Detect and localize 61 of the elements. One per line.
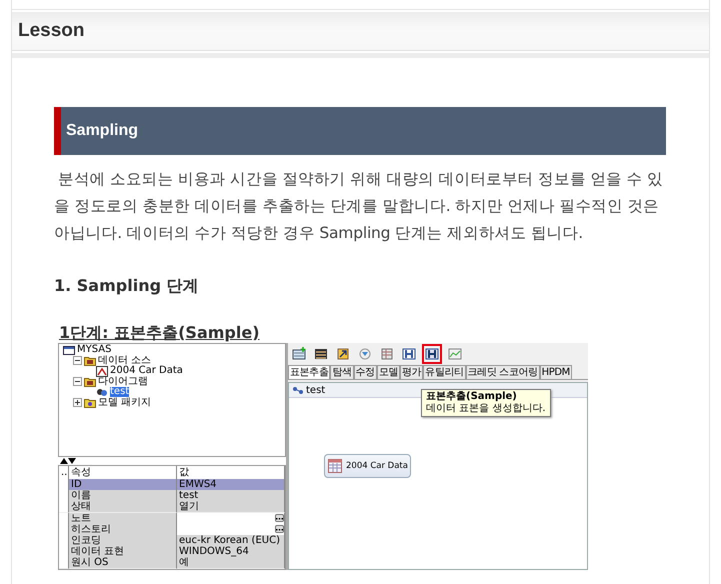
page-title: Lesson (18, 20, 85, 42)
package-icon (84, 397, 96, 408)
property-row[interactable]: 상태 열기 (59, 501, 285, 513)
folder-icon (84, 355, 96, 366)
table-cell: ID (69, 479, 177, 491)
section-heading: 1. Sampling 단계 (54, 275, 200, 297)
tooltip-text: 데이터 표본을 생성합니다. (426, 403, 546, 415)
toolbar-button[interactable] (422, 344, 442, 364)
table-cell: 노트 (69, 512, 177, 525)
import-icon (336, 347, 350, 361)
tab[interactable]: 탐색 (330, 365, 354, 379)
table-cell: 열기 (177, 501, 285, 514)
ellipsis-icon (276, 529, 283, 532)
table-cell: 원시 OS (69, 557, 177, 569)
tab[interactable]: 표본추출 (288, 365, 330, 379)
ellipsis-button[interactable] (275, 525, 284, 534)
tab[interactable]: HPDM (540, 365, 572, 379)
tree-item[interactable]: test (110, 387, 130, 398)
add-table-icon (292, 347, 306, 361)
tree-item[interactable]: 2004 Car Data (110, 366, 183, 376)
table-icon (380, 347, 394, 361)
tree-item[interactable]: 다이어그램 (98, 376, 148, 387)
tab[interactable]: 크레딧 스코어링 (466, 365, 540, 379)
table-cell: test (177, 490, 285, 502)
step-title: 1단계: 표본추출(Sample) (59, 323, 260, 343)
column-header: .. (59, 466, 69, 480)
collapse-icon[interactable] (73, 356, 82, 366)
expand-icon[interactable] (73, 398, 82, 408)
ellipsis-icon (276, 518, 283, 520)
splitter-arrows-icon[interactable] (60, 458, 76, 464)
ellipsis-button[interactable] (275, 514, 284, 522)
table-cell: 인코딩 (69, 534, 177, 547)
section-header: Sampling (54, 107, 666, 155)
collapse-icon[interactable] (73, 377, 82, 386)
diagram-icon (96, 386, 108, 398)
table-cell: 데이터 표현 (69, 546, 177, 558)
diagram-node[interactable]: 2004 Car Data (324, 454, 411, 478)
tab[interactable]: 유틸리티 (423, 365, 466, 379)
column-header: 속성 (69, 466, 177, 480)
property-row[interactable]: 원시 OS 예 (59, 557, 285, 568)
column-header: 값 (177, 466, 285, 480)
table-cell: WINDOWS_64 (177, 546, 285, 558)
folder-icon (84, 376, 96, 388)
table-cell: 이름 (69, 490, 177, 502)
table-cell: 예 (177, 557, 285, 569)
tab[interactable]: 수정 (354, 365, 377, 379)
grid-icon (314, 347, 328, 361)
table-cell: 히스토리 (69, 524, 177, 536)
tab[interactable]: 모델 (376, 365, 400, 379)
table-cell: 상태 (69, 501, 177, 514)
chart-icon (448, 347, 462, 361)
table-cell: euc-kr Korean (EUC) (177, 534, 285, 547)
tab[interactable]: 평가 (400, 365, 424, 379)
diagram-icon (292, 386, 304, 394)
input-field[interactable] (177, 524, 285, 536)
paragraph: 분석에 소요되는 비용과 시간을 절약하기 위해 대량의 데이터로부터 정보를 얻을 수 있을 정도로의 충분한 데이터를 추출하는 단계를 말합니다. 하지만 언제나 필수적인 것은 아닙니다. 데이터의 수가 적당한 경우 Sampling 단계는 제외하셔도 됩니다. (54, 169, 664, 244)
tree-item[interactable]: 모델 패키지 (98, 398, 152, 408)
tree-item[interactable]: 데이터 소스 (98, 356, 152, 366)
table-icon (328, 459, 342, 473)
tree-item[interactable]: MYSAS (77, 345, 112, 356)
table-cell: EMWS4 (177, 479, 285, 491)
